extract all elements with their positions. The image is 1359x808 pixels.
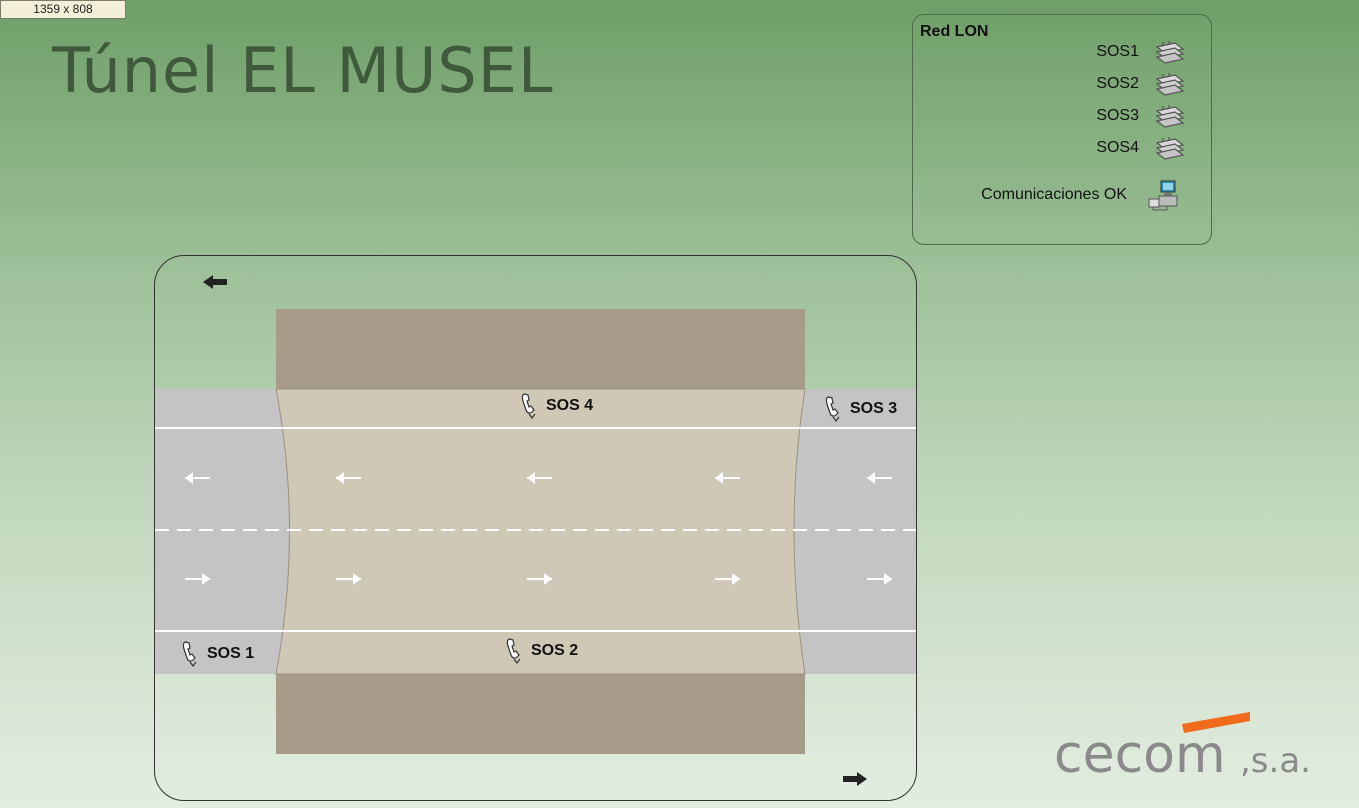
computer-network-icon bbox=[1148, 180, 1178, 211]
panel-title: Red LON bbox=[920, 23, 989, 40]
sos-phone-icon bbox=[825, 396, 840, 422]
sos-phone-icon bbox=[506, 638, 521, 664]
dimensions-label: 1359 x 808 bbox=[0, 0, 126, 19]
logo-suffix: ,s.a. bbox=[1240, 741, 1311, 781]
sos-label: SOS 2 bbox=[531, 642, 579, 659]
sos-point-4[interactable]: SOS 4 bbox=[520, 392, 593, 420]
tunnel-diagram: SOS 4 SOS 3 SOS 1 SOS 2 bbox=[154, 255, 917, 801]
sos-label: SOS 3 bbox=[850, 400, 898, 417]
network-node-sos3[interactable]: SOS3 bbox=[1096, 103, 1185, 129]
tunnel-drawing bbox=[155, 275, 916, 786]
sos-point-2[interactable]: SOS 2 bbox=[505, 637, 578, 665]
sos-phone-icon bbox=[182, 641, 197, 667]
sos-point-1[interactable]: SOS 1 bbox=[181, 640, 254, 668]
sos-label: SOS 1 bbox=[207, 645, 255, 662]
sos-phone-icon bbox=[521, 393, 536, 419]
sos-point-3[interactable]: SOS 3 bbox=[824, 395, 897, 423]
node-label: SOS4 bbox=[1096, 139, 1139, 156]
network-node-icon bbox=[1155, 137, 1185, 160]
network-node-sos2[interactable]: SOS2 bbox=[1096, 71, 1185, 97]
tunnel-wall-top bbox=[276, 309, 805, 389]
tunnel-wall-bottom bbox=[276, 674, 805, 754]
network-node-icon bbox=[1155, 73, 1185, 96]
network-node-sos4[interactable]: SOS4 bbox=[1096, 135, 1185, 161]
network-status-panel: Red LON SOS1 SOS2 SOS3 SOS4 Comunicacion… bbox=[912, 14, 1212, 245]
page-title: Túnel EL MUSEL bbox=[52, 34, 554, 107]
network-node-icon bbox=[1155, 41, 1185, 64]
sos-label: SOS 4 bbox=[546, 397, 594, 414]
node-label: SOS3 bbox=[1096, 107, 1139, 124]
communications-status[interactable]: Comunicaciones OK bbox=[981, 179, 1181, 211]
network-node-icon bbox=[1155, 105, 1185, 128]
network-node-sos1[interactable]: SOS1 bbox=[1096, 39, 1185, 65]
direction-arrow-right-icon bbox=[843, 772, 867, 786]
logo-text: cecom bbox=[1054, 725, 1226, 782]
node-label: SOS1 bbox=[1096, 43, 1139, 60]
direction-arrow-left-icon bbox=[203, 275, 227, 289]
node-label: SOS2 bbox=[1096, 75, 1139, 92]
communications-label: Comunicaciones OK bbox=[981, 186, 1127, 203]
cecom-logo: cecom ,s.a. bbox=[1054, 712, 1311, 782]
